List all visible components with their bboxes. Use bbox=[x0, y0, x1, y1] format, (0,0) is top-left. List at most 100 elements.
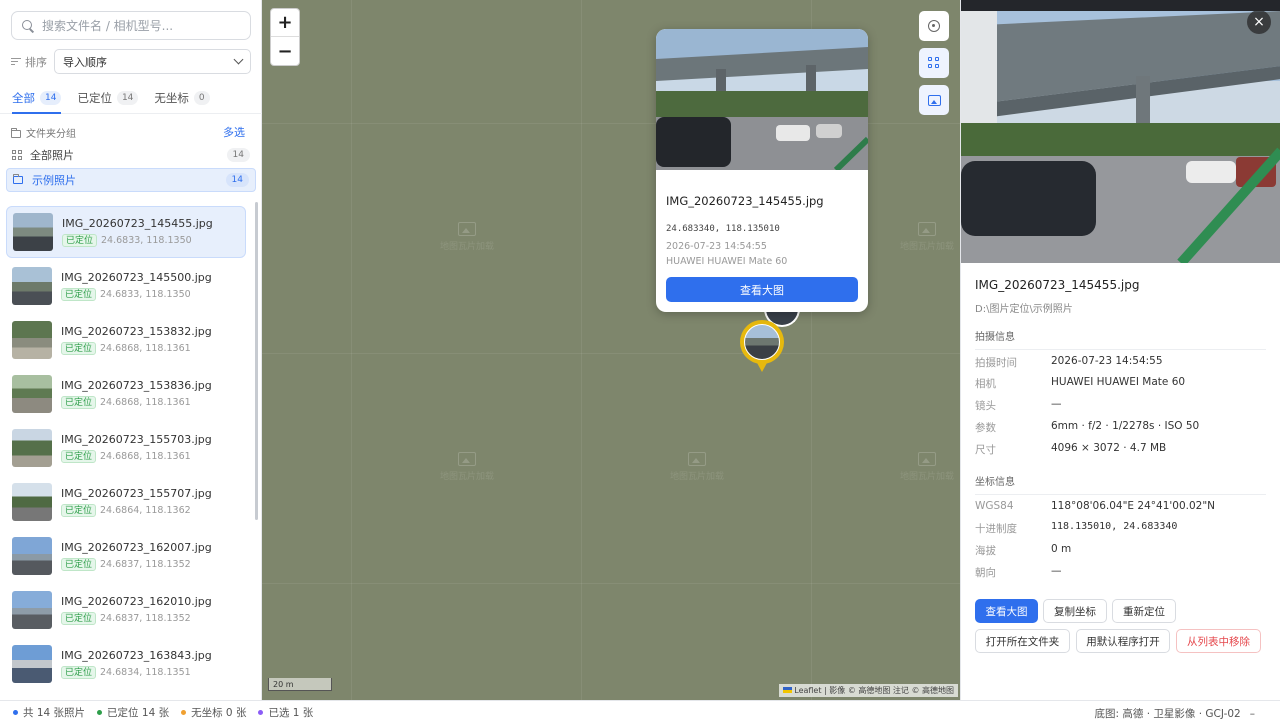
remove-from-list-button[interactable]: 从列表中移除 bbox=[1176, 629, 1261, 653]
tile-border bbox=[262, 583, 960, 584]
sort-select[interactable]: 导入顺序 bbox=[54, 49, 251, 74]
status-badge: 已定位 bbox=[61, 342, 97, 355]
zoom-out-button[interactable]: − bbox=[271, 37, 299, 65]
list-item[interactable]: IMG_20260723_155707.jpg 已定位 24.6864, 118.… bbox=[6, 476, 246, 528]
folder-groups-title: 文件夹分组 bbox=[26, 128, 76, 140]
list-item[interactable]: IMG_20260723_153836.jpg 已定位 24.6868, 118.… bbox=[6, 368, 246, 420]
folder-icon bbox=[11, 127, 21, 138]
photo-thumbnail bbox=[12, 645, 52, 683]
chevron-down-icon bbox=[233, 54, 244, 65]
locate-button[interactable] bbox=[919, 11, 949, 41]
detail-photo bbox=[961, 0, 1280, 263]
detail-photo-image[interactable] bbox=[961, 11, 1280, 263]
tab-count: 14 bbox=[116, 91, 139, 105]
photo-thumbnail bbox=[12, 267, 52, 305]
photo-preview-image bbox=[656, 29, 868, 170]
tile-placeholder-text: 地图瓦片加载 bbox=[439, 472, 494, 482]
tile-border bbox=[262, 353, 960, 354]
list-item[interactable]: IMG_20260723_163843.jpg 已定位 24.6834, 118.… bbox=[6, 638, 246, 690]
image-icon bbox=[918, 452, 936, 466]
tab-count: 0 bbox=[193, 91, 210, 105]
tab-label: 无坐标 bbox=[154, 91, 189, 105]
sort-row: 排序 导入顺序 bbox=[11, 49, 251, 74]
group-all-photos[interactable]: 全部照片 14 bbox=[6, 143, 256, 167]
file-name: IMG_20260723_153832.jpg bbox=[61, 325, 212, 338]
map-marker[interactable] bbox=[740, 320, 784, 364]
zoom-control: + − bbox=[270, 8, 300, 66]
detail-row: 相机 HUAWEI HUAWEI Mate 60 bbox=[975, 376, 1185, 391]
list-item[interactable]: IMG_20260723_145455.jpg 已定位 24.6833, 118.… bbox=[6, 206, 246, 258]
tile-placeholder-text: 地图瓦片加载 bbox=[669, 472, 724, 482]
tile-placeholder-text: 地图瓦片加载 bbox=[439, 242, 494, 252]
status-bar: 共 14 张照片 已定位 14 张 无坐标 0 张 已选 1 张 底图: 高德 … bbox=[0, 700, 1280, 724]
list-item[interactable]: IMG_20260723_162007.jpg 已定位 24.6837, 118.… bbox=[6, 530, 246, 582]
view-large-button[interactable]: 查看大图 bbox=[666, 277, 858, 302]
detail-value: 118°08'06.04"E 24°41'00.02"N bbox=[1051, 500, 1216, 512]
minimize-button[interactable]: – bbox=[1250, 708, 1255, 720]
image-icon bbox=[688, 452, 706, 466]
sort-label: 排序 bbox=[11, 54, 54, 70]
multiselect-button[interactable]: 多选 bbox=[223, 124, 245, 140]
file-list: IMG_20260723_145455.jpg 已定位 24.6833, 118.… bbox=[0, 201, 262, 697]
detail-row: 十进制度 118.135010, 24.683340 bbox=[975, 521, 1177, 536]
cluster-toggle-button[interactable] bbox=[919, 48, 949, 78]
detail-key: WGS84 bbox=[975, 500, 1014, 512]
detail-key: 朝向 bbox=[975, 567, 996, 579]
detail-value: 118.135010, 24.683340 bbox=[1051, 521, 1178, 532]
detail-file-path: D:\图片定位\示例照片 bbox=[975, 304, 1073, 315]
image-icon bbox=[918, 222, 936, 236]
coord-info-heading: 坐标信息 bbox=[975, 473, 1266, 495]
list-item[interactable]: IMG_20260723_155703.jpg 已定位 24.6868, 118.… bbox=[6, 422, 246, 474]
list-item[interactable]: IMG_20260723_145500.jpg 已定位 24.6833, 118.… bbox=[6, 260, 246, 312]
detail-key: 十进制度 bbox=[975, 523, 1017, 535]
tile-placeholder-text: 地图瓦片加载 bbox=[899, 472, 954, 482]
attribution-text: | 影像 © 高德地图 注记 © 高德地图 bbox=[821, 686, 954, 695]
search-box[interactable] bbox=[11, 11, 251, 40]
detail-panel bbox=[960, 0, 1280, 700]
popup-coord: 24.683340, 118.135010 bbox=[666, 224, 780, 234]
photo-thumbnail bbox=[13, 213, 53, 251]
sidebar: 排序 导入顺序 全部 14 已定位 14 无坐标 0 文件夹分组 多选 全部照片… bbox=[0, 0, 262, 700]
crosshair-icon bbox=[928, 20, 940, 32]
leaflet-link[interactable]: Leaflet bbox=[794, 686, 821, 695]
copy-coords-button[interactable]: 复制坐标 bbox=[1043, 599, 1107, 623]
group-sample-photos[interactable]: 示例照片 14 bbox=[6, 168, 256, 192]
list-scrollbar[interactable] bbox=[255, 202, 258, 520]
photo-layer-button[interactable] bbox=[919, 85, 949, 115]
list-item[interactable]: IMG_20260723_162010.jpg 已定位 24.6837, 118.… bbox=[6, 584, 246, 636]
status-badge: 已定位 bbox=[61, 612, 97, 625]
search-input[interactable] bbox=[42, 18, 232, 33]
file-name: IMG_20260723_153836.jpg bbox=[61, 379, 212, 392]
file-coord: 24.6868, 118.1361 bbox=[100, 451, 191, 462]
view-large-button[interactable]: 查看大图 bbox=[975, 599, 1038, 623]
photo-thumbnail bbox=[12, 591, 52, 629]
close-button[interactable]: × bbox=[1247, 10, 1271, 34]
zoom-in-button[interactable]: + bbox=[271, 9, 299, 37]
cluster-icon bbox=[928, 57, 940, 69]
tab-located[interactable]: 已定位 14 bbox=[77, 84, 139, 112]
status-dot bbox=[13, 710, 18, 715]
tab-all[interactable]: 全部 14 bbox=[12, 84, 62, 114]
file-coord: 24.6834, 118.1351 bbox=[100, 667, 191, 678]
open-folder-button[interactable]: 打开所在文件夹 bbox=[975, 629, 1070, 653]
popup-file-name: IMG_20260723_145455.jpg bbox=[666, 194, 824, 208]
tab-no-coord[interactable]: 无坐标 0 bbox=[154, 84, 210, 112]
file-name: IMG_20260723_162010.jpg bbox=[61, 595, 212, 608]
detail-key: 镜头 bbox=[975, 400, 996, 412]
open-default-button[interactable]: 用默认程序打开 bbox=[1076, 629, 1170, 653]
sort-icon bbox=[11, 57, 21, 66]
status-badge: 已定位 bbox=[61, 396, 97, 409]
status-no-coord-text: 无坐标 0 张 bbox=[191, 707, 247, 719]
detail-value: — bbox=[1051, 398, 1062, 410]
relocate-button[interactable]: 重新定位 bbox=[1112, 599, 1176, 623]
list-item[interactable]: IMG_20260723_153832.jpg 已定位 24.6868, 118.… bbox=[6, 314, 246, 366]
group-label: 全部照片 bbox=[30, 149, 74, 162]
status-dot bbox=[97, 710, 103, 715]
map-popup: IMG_20260723_145455.jpg 24.683340, 118.1… bbox=[656, 29, 868, 312]
search-icon bbox=[21, 19, 35, 33]
basemap-info: 底图: 高德 · 卫星影像 · GCJ-02– bbox=[1095, 706, 1265, 721]
status-dot bbox=[181, 710, 187, 715]
photo-thumbnail bbox=[12, 321, 52, 359]
file-name: IMG_20260723_155707.jpg bbox=[61, 487, 212, 500]
image-icon bbox=[458, 452, 476, 466]
